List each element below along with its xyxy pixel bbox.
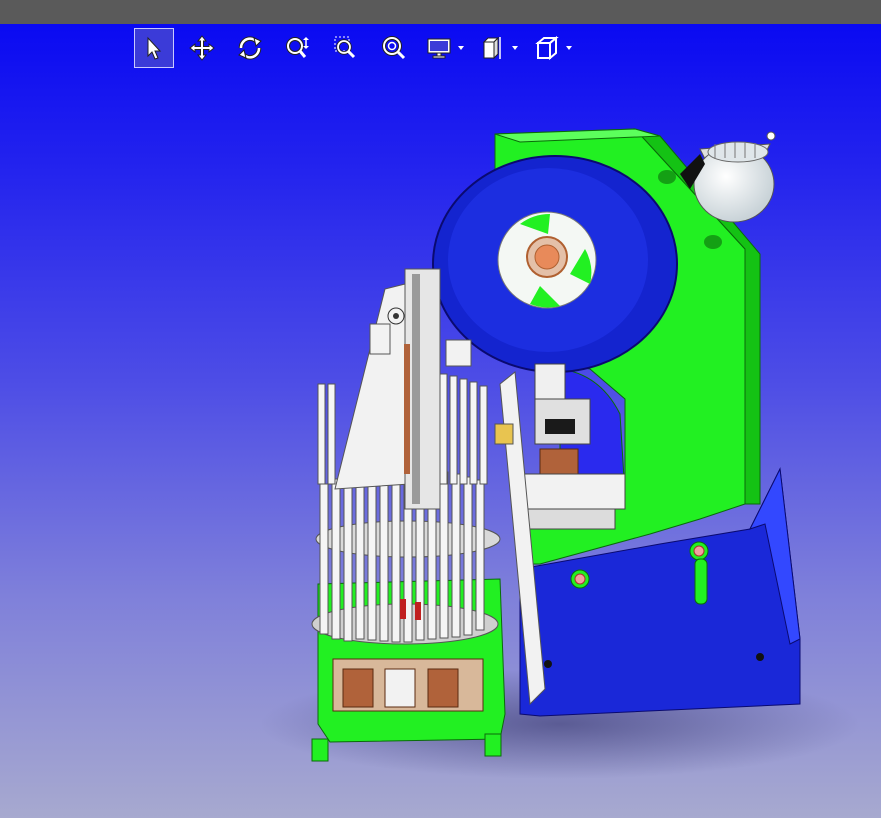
view-cube-icon: [535, 35, 559, 61]
display-mode-dropdown[interactable]: [422, 28, 466, 68]
view-toolbar: [134, 28, 584, 68]
select-tool-button[interactable]: [134, 28, 174, 68]
pan-move-icon: [189, 35, 215, 61]
section-view-dropdown[interactable]: [476, 28, 520, 68]
zoom-icon: [286, 37, 309, 58]
chevron-down-icon[interactable]: [564, 43, 574, 53]
view-cube-button[interactable]: [530, 28, 564, 68]
pan-tool-button[interactable]: [182, 28, 222, 68]
rotate-tool-button[interactable]: [230, 28, 270, 68]
display-mode-button[interactable]: [422, 28, 456, 68]
section-view-button[interactable]: [476, 28, 510, 68]
zoom-tool-button[interactable]: [278, 28, 318, 68]
select-arrow-icon: [147, 36, 162, 60]
chevron-down-icon[interactable]: [510, 43, 520, 53]
3d-viewport[interactable]: [0, 24, 881, 818]
view-orientation-dropdown[interactable]: [530, 28, 574, 68]
zoom-window-icon: [334, 36, 356, 59]
chevron-down-icon[interactable]: [456, 43, 466, 53]
zoom-window-tool-button[interactable]: [326, 28, 366, 68]
rotate-icon: [238, 36, 262, 60]
title-bar: [0, 0, 881, 24]
section-view-icon: [482, 36, 501, 60]
display-mode-icon: [427, 38, 451, 59]
machine-3d-model[interactable]: [0, 24, 881, 818]
zoom-fit-icon: [382, 36, 406, 60]
zoom-fit-tool-button[interactable]: [374, 28, 414, 68]
